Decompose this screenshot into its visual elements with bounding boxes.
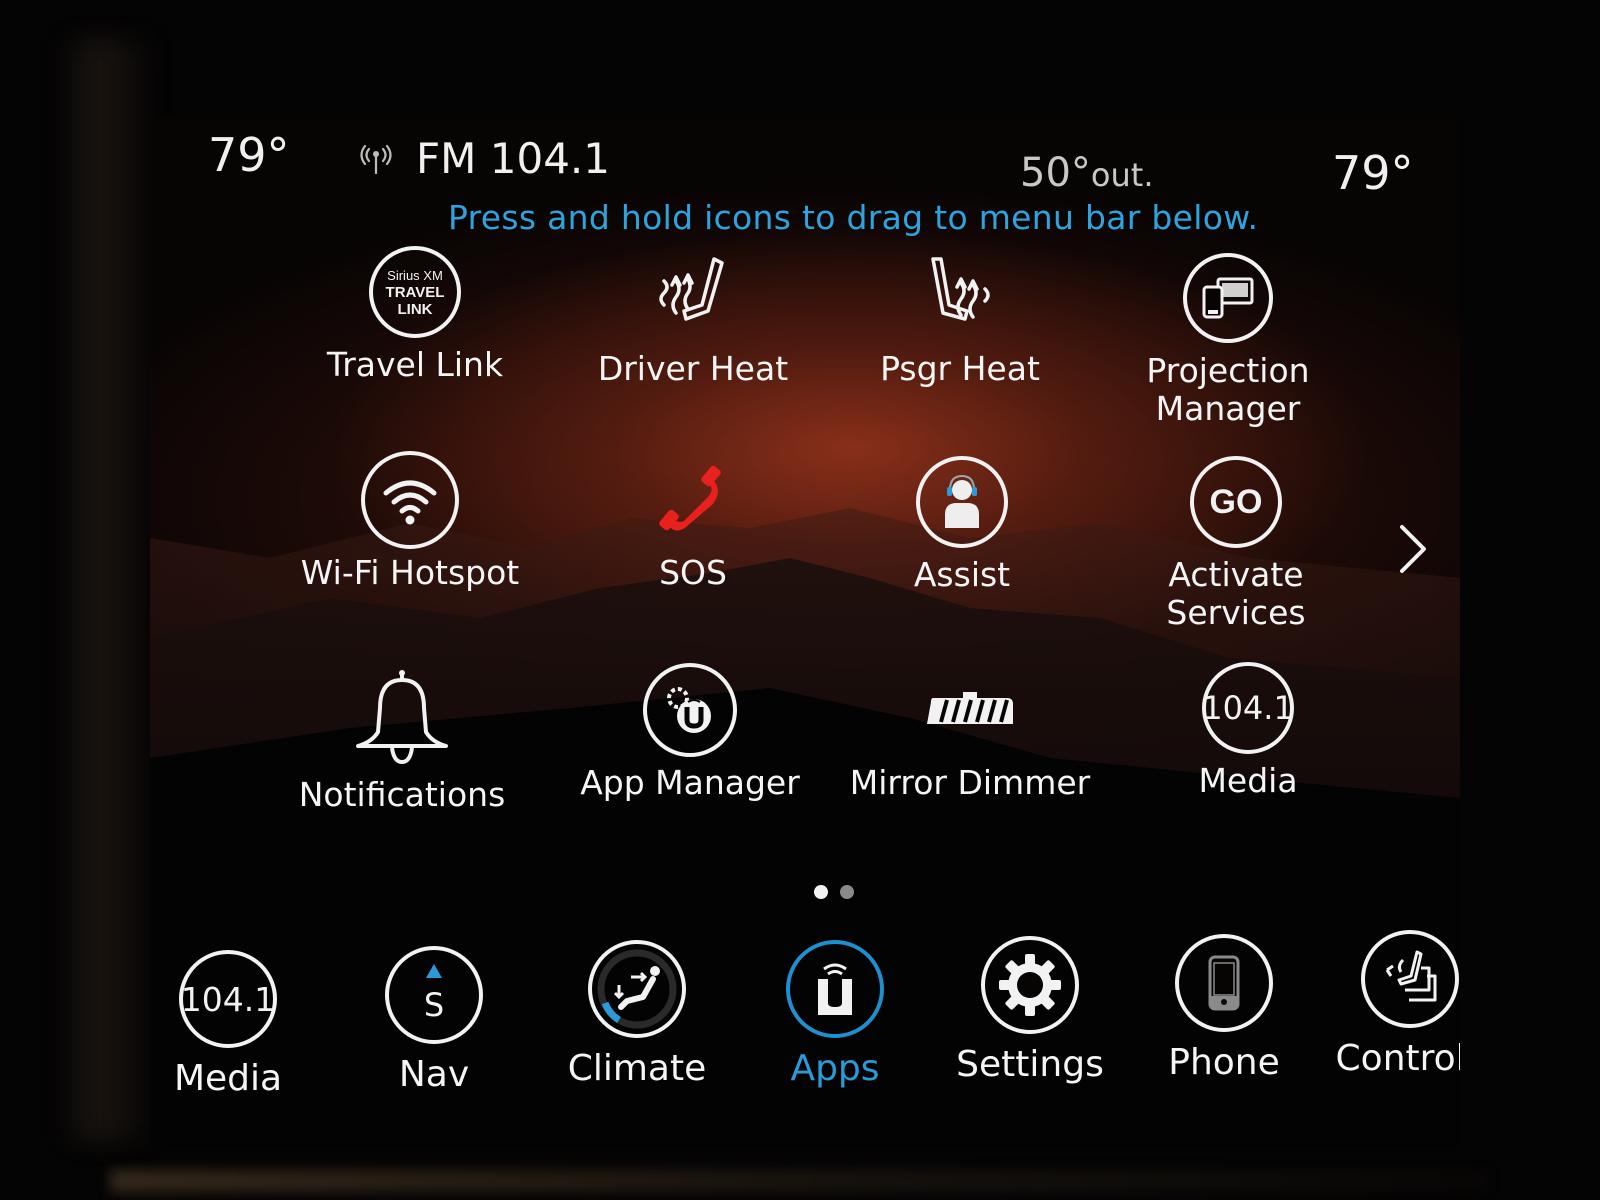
app-label: Wi-Fi Hotspot xyxy=(300,553,520,592)
travel-link-icon-line2: TRAVEL xyxy=(385,283,445,301)
travel-link-icon-line1: Sirius XM xyxy=(387,267,443,283)
bezel-reflection-bottom xyxy=(110,1170,1490,1192)
travel-link-icon-line3: LINK xyxy=(397,300,433,318)
tab-media[interactable]: 104.1 Media xyxy=(150,950,323,1099)
app-label: SOS xyxy=(659,553,727,592)
go-icon: GO xyxy=(1190,456,1282,548)
seat-controls-icon xyxy=(1361,930,1459,1028)
app-passenger-heat[interactable]: Psgr Heat xyxy=(820,246,1100,388)
compass-heading: S xyxy=(424,986,444,1024)
app-label: Travel Link xyxy=(326,345,504,384)
app-wifi-hotspot[interactable]: Wi-Fi Hotspot xyxy=(270,450,550,592)
app-label: App Manager xyxy=(580,763,800,802)
phone-handset-icon xyxy=(659,465,721,531)
outside-temperature: 50°out. xyxy=(1020,150,1153,196)
app-assist[interactable]: Assist xyxy=(822,452,1102,594)
app-label-line1: Projection xyxy=(1146,351,1310,390)
infotainment-screen: 79° FM 104.1 50°out. 79° Press and hold … xyxy=(150,118,1460,1148)
tab-label: Controls xyxy=(1335,1038,1460,1079)
compass-icon: S xyxy=(385,946,483,1044)
tab-label: Nav xyxy=(398,1054,470,1095)
tab-settings[interactable]: Settings xyxy=(935,936,1125,1085)
bell-icon xyxy=(356,670,448,764)
page-indicator xyxy=(814,885,854,899)
uconnect-icon xyxy=(786,940,884,1038)
radio-station-label: FM 104.1 xyxy=(416,134,610,183)
tab-apps[interactable]: Apps xyxy=(740,940,930,1089)
status-bar: 79° FM 104.1 50°out. 79° xyxy=(150,118,1460,208)
tab-climate[interactable]: Climate xyxy=(542,940,732,1089)
radio-frequency-icon-text: 104.1 xyxy=(1202,689,1294,727)
page-dot-1[interactable] xyxy=(814,885,828,899)
siriusxm-travel-link-icon: Sirius XM TRAVEL LINK xyxy=(369,246,461,338)
rearview-mirror-icon xyxy=(927,692,1013,724)
passenger-temperature[interactable]: 79° xyxy=(1332,146,1414,200)
uconnect-gear-icon xyxy=(643,663,737,757)
app-label-line2: Manager xyxy=(1155,389,1301,428)
app-app-manager[interactable]: App Manager xyxy=(550,660,830,802)
app-label: Mirror Dimmer xyxy=(849,763,1091,802)
app-notifications[interactable]: Notifications xyxy=(262,664,542,814)
go-icon-text: GO xyxy=(1209,482,1263,521)
tab-label: Settings xyxy=(956,1044,1104,1085)
chevron-right-icon[interactable] xyxy=(1398,523,1428,575)
page-dot-2[interactable] xyxy=(840,885,854,899)
projection-devices-icon xyxy=(1183,253,1273,343)
app-label: Activate Services xyxy=(1166,555,1306,632)
current-source[interactable]: FM 104.1 xyxy=(358,134,610,183)
app-label: Assist xyxy=(913,555,1011,594)
wifi-icon xyxy=(361,451,459,549)
app-label: Psgr Heat xyxy=(880,349,1040,388)
radio-frequency-icon: 104.1 xyxy=(1202,662,1294,754)
bezel-shadow-left xyxy=(60,40,150,1140)
app-activate-services[interactable]: GO Activate Services xyxy=(1096,452,1376,632)
driver-temperature[interactable]: 79° xyxy=(208,128,290,182)
tab-controls[interactable]: Controls xyxy=(1315,930,1460,1079)
drag-hint: Press and hold icons to drag to menu bar… xyxy=(448,198,1259,237)
app-travel-link[interactable]: Sirius XM TRAVEL LINK Travel Link xyxy=(275,242,555,384)
app-label: Notifications xyxy=(298,775,506,814)
radio-antenna-icon xyxy=(360,144,392,174)
tab-phone[interactable]: Phone xyxy=(1129,934,1319,1083)
headset-agent-icon xyxy=(916,456,1008,548)
app-mirror-dimmer[interactable]: Mirror Dimmer xyxy=(830,660,1110,802)
radio-frequency-icon: 104.1 xyxy=(179,950,277,1048)
media-tab-icon-text: 104.1 xyxy=(180,979,276,1019)
app-label: Driver Heat xyxy=(597,349,789,388)
app-label: Media xyxy=(1198,761,1298,800)
app-label: Projection Manager xyxy=(1146,352,1309,428)
tab-label: Media xyxy=(173,1058,283,1099)
passenger-seat-heat-icon xyxy=(931,257,990,321)
tab-label: Climate xyxy=(567,1048,707,1089)
tab-label: Apps xyxy=(790,1048,880,1089)
app-driver-heat[interactable]: Driver Heat xyxy=(553,246,833,388)
smartphone-icon xyxy=(1175,934,1273,1032)
gear-icon xyxy=(981,936,1079,1034)
app-media[interactable]: 104.1 Media xyxy=(1108,658,1388,800)
app-projection-manager[interactable]: Projection Manager xyxy=(1088,248,1368,428)
tab-nav[interactable]: S Nav xyxy=(339,946,529,1095)
climate-airflow-icon xyxy=(588,940,686,1038)
outside-temp-value: 50° xyxy=(1020,150,1091,196)
tab-label: Phone xyxy=(1168,1042,1280,1083)
driver-seat-heat-icon xyxy=(659,257,724,321)
outside-temp-suffix: out. xyxy=(1090,156,1154,194)
app-sos[interactable]: SOS xyxy=(553,450,833,592)
